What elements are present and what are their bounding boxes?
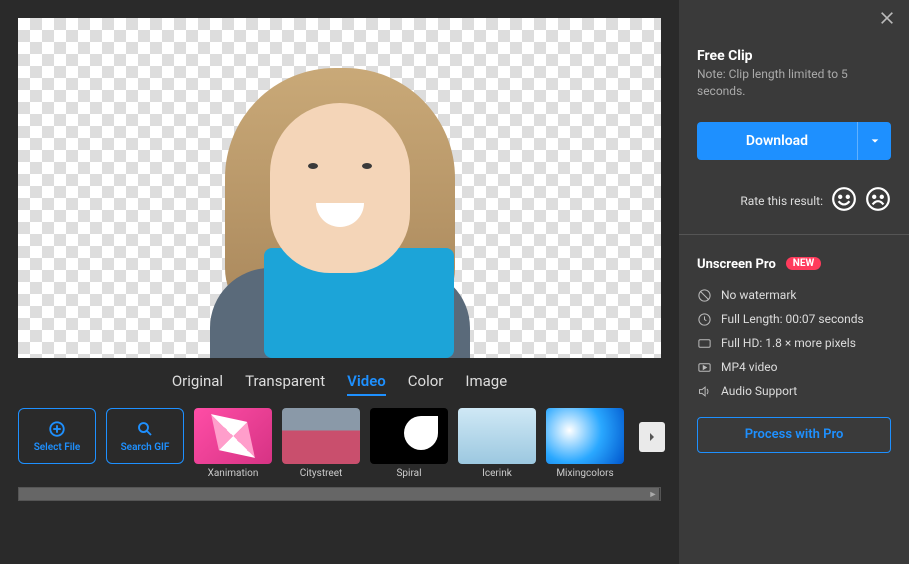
sad-face-icon: [865, 186, 891, 212]
feature-full-length: Full Length: 00:07 seconds: [697, 312, 891, 327]
thumb-image: [194, 408, 272, 464]
download-button[interactable]: Download: [697, 122, 857, 160]
feature-mp4: MP4 video: [697, 360, 891, 375]
search-gif-button[interactable]: Search GIF: [106, 408, 184, 464]
process-with-pro-button[interactable]: Process with Pro: [697, 417, 891, 453]
thumb-image: [546, 408, 624, 464]
audio-icon: [697, 384, 712, 399]
tab-image[interactable]: Image: [465, 372, 507, 396]
thumb-image: [370, 408, 448, 464]
thumb-spiral[interactable]: Spiral: [370, 408, 448, 479]
rate-label: Rate this result:: [740, 194, 823, 208]
thumb-label: Xanimation: [208, 468, 259, 479]
happy-face-icon: [831, 186, 857, 212]
scroll-right-arrow[interactable]: ►: [646, 488, 660, 500]
hd-icon: [697, 336, 712, 351]
play-icon: [697, 360, 712, 375]
thumb-image: [458, 408, 536, 464]
close-button[interactable]: [879, 10, 895, 30]
search-icon: [136, 420, 154, 438]
duration-icon: [697, 312, 712, 327]
preview-canvas: [18, 18, 661, 358]
add-icon: [48, 420, 66, 438]
free-clip-title: Free Clip: [697, 48, 891, 64]
thumb-label: Icerink: [482, 468, 512, 479]
thumb-xanimation[interactable]: Xanimation: [194, 408, 272, 479]
free-clip-note: Note: Clip length limited to 5 seconds.: [697, 66, 891, 100]
new-badge: NEW: [786, 257, 821, 270]
subject-cutout: [170, 48, 510, 358]
rate-sad-button[interactable]: [865, 186, 891, 216]
background-mode-tabs: Original Transparent Video Color Image: [18, 358, 661, 408]
no-watermark-icon: [697, 288, 712, 303]
chevron-down-icon: [870, 136, 880, 146]
thumb-label: Mixingcolors: [556, 468, 613, 479]
chevron-right-icon: [646, 431, 658, 443]
close-icon: [879, 10, 895, 26]
feature-audio: Audio Support: [697, 384, 891, 399]
thumb-label: Citystreet: [300, 468, 343, 479]
select-file-label: Select File: [34, 442, 81, 453]
tab-original[interactable]: Original: [172, 372, 223, 396]
horizontal-scrollbar[interactable]: ◄ ►: [18, 487, 661, 501]
thumb-icerink[interactable]: Icerink: [458, 408, 536, 479]
tab-transparent[interactable]: Transparent: [245, 372, 325, 396]
feature-no-watermark: No watermark: [697, 288, 891, 303]
search-gif-label: Search GIF: [121, 442, 170, 453]
select-file-button[interactable]: Select File: [18, 408, 96, 464]
rate-happy-button[interactable]: [831, 186, 857, 216]
thumb-label: Spiral: [396, 468, 421, 479]
pro-title: Unscreen Pro: [697, 257, 776, 272]
feature-full-hd: Full HD: 1.8 × more pixels: [697, 336, 891, 351]
download-dropdown-toggle[interactable]: [857, 122, 891, 160]
thumb-image: [282, 408, 360, 464]
pro-feature-list: No watermark Full Length: 00:07 seconds …: [697, 288, 891, 399]
tab-color[interactable]: Color: [408, 372, 444, 396]
thumb-citystreet[interactable]: Citystreet: [282, 408, 360, 479]
tab-video[interactable]: Video: [347, 372, 386, 396]
background-strip: Select File Search GIF Xanimation Cityst…: [18, 408, 661, 479]
thumb-mixingcolors[interactable]: Mixingcolors: [546, 408, 624, 479]
strip-next-button[interactable]: [639, 422, 665, 452]
scrollbar-thumb[interactable]: [19, 488, 659, 500]
